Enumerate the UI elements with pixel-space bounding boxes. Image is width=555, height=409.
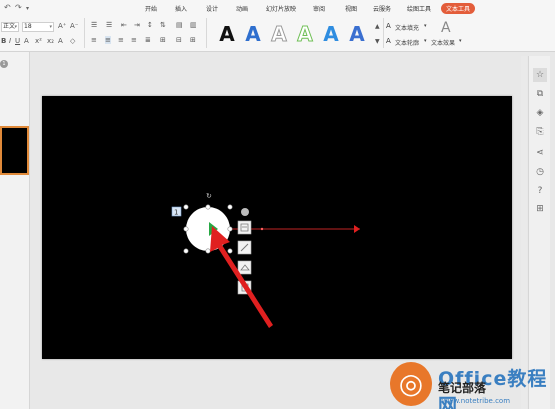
grow-font-icon[interactable]: A⁺ — [58, 22, 66, 30]
animation-order-number: 1 — [174, 209, 178, 217]
tab-text-tools[interactable]: 文本工具 — [441, 3, 476, 14]
tab-animation[interactable]: 动画 — [236, 4, 248, 13]
wordart-preset-5[interactable]: A — [320, 22, 342, 46]
text-outline-button[interactable]: 文本轮廓 — [395, 38, 419, 47]
clear-format-icon[interactable]: ◇ — [70, 37, 75, 45]
shrink-font-icon[interactable]: A⁻ — [70, 22, 78, 30]
menu-bar: ↶ ↷ ▾ 开始 插入 设计 动画 幻灯片放映 审阅 视图 云服务 绘图工具 文… — [0, 0, 555, 16]
separator — [84, 18, 85, 48]
tab-view[interactable]: 视图 — [345, 4, 357, 13]
motion-path-point — [260, 227, 264, 231]
redo-icon[interactable]: ↷ — [15, 3, 22, 12]
slide[interactable]: ↻ 1 — [42, 96, 512, 359]
help-icon[interactable]: ? — [533, 184, 547, 198]
subscript-icon[interactable]: x₂ — [47, 37, 54, 45]
text-fill-icon: A — [386, 22, 391, 30]
text-effects-button[interactable]: 文本效果 — [431, 38, 455, 47]
char-spacing-icon[interactable]: A — [58, 37, 63, 45]
shape-icon[interactable]: ◈ — [533, 106, 547, 120]
rotate-handle-icon[interactable]: ↻ — [206, 192, 212, 200]
bold-icon[interactable]: B — [1, 37, 6, 45]
font-color-icon[interactable]: A — [24, 37, 29, 45]
right-task-pane-bar: ☆ ⧉ ◈ ⎘ ⋖ ◷ ? ⊞ — [528, 56, 550, 409]
watermark-url: www.notetribe.com — [442, 397, 511, 405]
wordart-preset-3[interactable]: A — [268, 22, 290, 47]
text-direction-icon[interactable]: ⇅ — [160, 21, 166, 29]
quick-toolbar-collapse-icon[interactable] — [241, 208, 249, 216]
decrease-indent-icon[interactable]: ⇤ — [121, 21, 127, 29]
quick-access-more-icon[interactable]: ▾ — [26, 5, 29, 12]
grid-icon[interactable]: ⊞ — [533, 202, 547, 216]
layers-quick-icon[interactable] — [237, 220, 252, 235]
watermark-subtitle: 笔记部落 — [438, 381, 487, 395]
layers-icon[interactable]: ⧉ — [533, 87, 547, 101]
line-spacing-icon[interactable]: ↕ — [147, 21, 153, 29]
justify-icon[interactable]: ≡ — [131, 36, 137, 44]
distribute-icon[interactable]: ≣ — [145, 36, 151, 44]
chevron-down-icon: ▾ — [49, 24, 52, 30]
copy-icon[interactable]: ⎘ — [533, 125, 547, 139]
numbering-icon[interactable]: ☰ — [106, 21, 112, 29]
chevron-down-icon: ▾ — [14, 24, 17, 30]
font-name-value: 正文 — [3, 23, 16, 30]
superscript-icon[interactable]: x² — [35, 37, 42, 45]
font-size-select[interactable]: 18 ▾ — [22, 22, 54, 32]
tab-home[interactable]: 开始 — [145, 4, 157, 13]
text-fill-button[interactable]: 文本填充 — [395, 23, 419, 32]
star-icon[interactable]: ☆ — [533, 68, 547, 82]
align-left-icon[interactable]: ≡ — [91, 36, 97, 44]
share-icon[interactable]: ⋖ — [533, 146, 547, 160]
wordart-preset-6[interactable]: A — [346, 22, 368, 46]
font-name-select[interactable]: 正文 ▾ — [1, 22, 19, 32]
bullets-icon[interactable]: ☰ — [91, 21, 97, 29]
font-size-value: 18 — [24, 23, 32, 30]
watermark: ◎ Office教程网 笔记部落 www.notetribe.com — [390, 360, 555, 409]
tab-review[interactable]: 审阅 — [313, 4, 325, 13]
vertical-align-icon[interactable]: ⊟ — [176, 36, 182, 44]
underline-icon[interactable]: U — [15, 37, 20, 45]
text-outline-icon: A — [386, 37, 391, 45]
tab-drawing-tools[interactable]: 绘图工具 — [407, 4, 431, 13]
wordart-preset-4[interactable]: A — [294, 22, 316, 47]
slide-drawing: ↻ 1 — [171, 192, 360, 328]
undo-icon[interactable]: ↶ — [4, 3, 11, 12]
chevron-down-icon[interactable]: ▾ — [424, 23, 427, 29]
motion-path-end-marker[interactable] — [354, 225, 360, 233]
tab-insert[interactable]: 插入 — [175, 4, 187, 13]
gallery-up-icon[interactable]: ▲ — [375, 23, 380, 30]
columns-icon[interactable]: ▥ — [190, 21, 197, 29]
separator — [206, 18, 207, 48]
slide-thumbnail-pane: 1 — [0, 52, 30, 409]
paragraph-settings-icon[interactable]: ⊞ — [160, 36, 166, 44]
wordart-preset-1[interactable]: A — [216, 22, 238, 46]
increase-indent-icon[interactable]: ⇥ — [134, 21, 140, 29]
align-right-icon[interactable]: ≡ — [118, 36, 124, 44]
gallery-more-icon[interactable]: ▼ — [375, 38, 380, 45]
vertical-scrollbar[interactable] — [521, 56, 527, 409]
wordart-preset-2[interactable]: A — [242, 22, 264, 46]
italic-icon[interactable]: I — [9, 37, 11, 45]
ribbon: 正文 ▾ 18 ▾ A⁺ A⁻ B I U A x² x₂ A ◇ ☰ ☰ ⇤ … — [0, 16, 555, 52]
watermark-logo-icon: ◎ — [390, 362, 432, 406]
text-effects-icon: A — [441, 20, 451, 36]
align-text-icon[interactable]: ▤ — [176, 21, 183, 29]
separator — [383, 18, 384, 48]
history-icon[interactable]: ◷ — [533, 165, 547, 179]
slide-thumbnail[interactable] — [0, 126, 29, 175]
slide-number-badge: 1 — [0, 60, 8, 68]
paragraph-more-icon[interactable]: ⊞ — [190, 36, 196, 44]
chevron-down-icon[interactable]: ▾ — [424, 38, 427, 44]
fill-quick-icon[interactable] — [237, 260, 252, 275]
tab-design[interactable]: 设计 — [206, 4, 218, 13]
tab-slideshow[interactable]: 幻灯片放映 — [266, 4, 296, 13]
tab-cloud[interactable]: 云服务 — [373, 4, 391, 13]
chevron-down-icon[interactable]: ▾ — [459, 38, 462, 44]
align-center-icon[interactable]: ≡ — [105, 36, 111, 44]
